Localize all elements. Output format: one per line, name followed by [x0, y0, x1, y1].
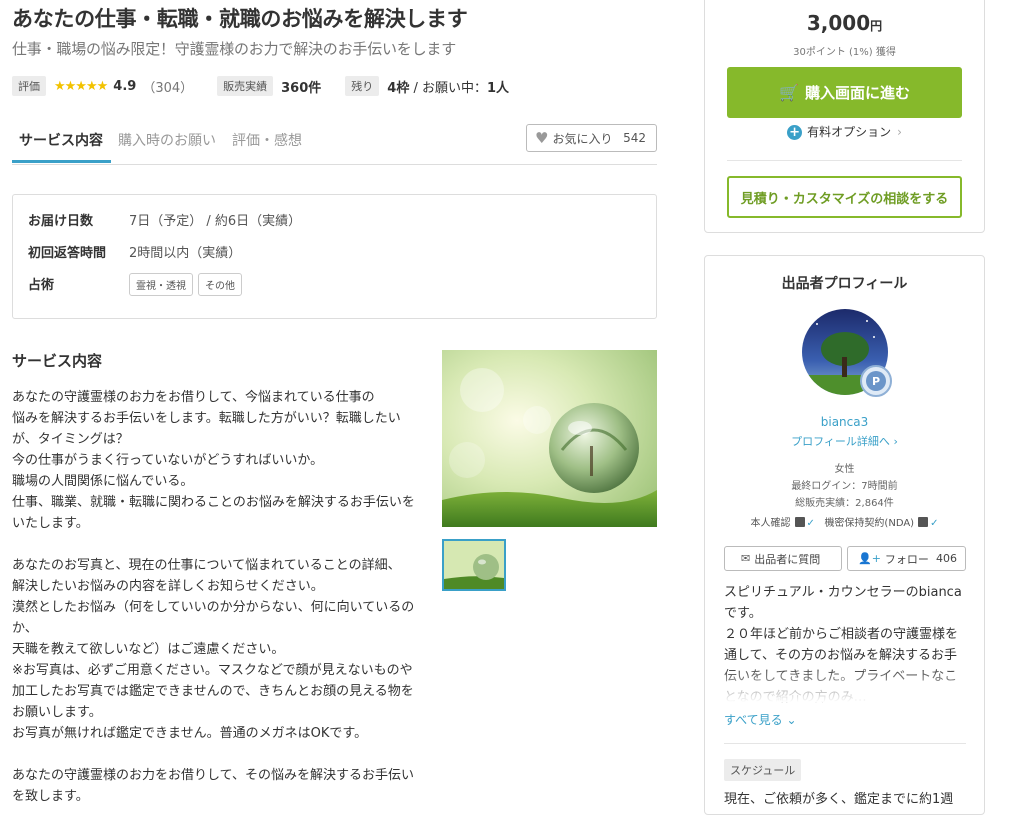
price: 3,000円: [705, 11, 984, 35]
purchase-card: 3,000円 30ポイント (1%) 獲得 🛒 購入画面に進む + 有料オプション…: [704, 0, 985, 233]
divider: [727, 160, 962, 161]
favorite-label: お気に入り: [552, 131, 613, 146]
schedule-chip: スケジュール: [724, 759, 802, 781]
seller-profile-card: 出品者プロフィール P bianca3 プロフィール詳細へ › 女性 最終ログイ: [704, 255, 985, 815]
page-title: あなたの仕事・転職・就職のお悩みを解決します: [12, 7, 468, 31]
page-subtitle: 仕事・職場の悩み限定！守護霊様のお力で解決のお手伝いをします: [12, 40, 457, 58]
seller-gender: 女性: [834, 464, 855, 475]
cart-icon: 🛒: [779, 83, 799, 102]
envelope-icon: ✉: [741, 552, 751, 565]
remaining-slots: 4枠: [387, 80, 410, 96]
sales-value: 360件: [281, 80, 322, 96]
in-progress-count: 1人: [486, 80, 510, 96]
sales-chip: 販売実績: [217, 76, 274, 96]
id-card-icon: [794, 517, 805, 527]
paid-option-link[interactable]: + 有料オプション ›: [705, 123, 984, 140]
chevron-right-icon: ›: [897, 125, 902, 139]
rating-stars: ★★★★★: [54, 78, 108, 94]
service-info-box: お届け日数 7日（予定） / 約6日（実績） 初回返答時間 2時間以内（実績） 占術…: [12, 194, 657, 319]
follow-count: 406: [936, 552, 957, 565]
check-icon: ✓: [806, 518, 815, 529]
chevron-down-icon: ⌄: [786, 713, 797, 727]
favorite-button[interactable]: ♥ お気に入り 542: [526, 124, 657, 152]
profile-details-label: プロフィール詳細へ: [791, 435, 890, 448]
buy-button[interactable]: 🛒 購入画面に進む: [727, 67, 962, 118]
seller-username[interactable]: bianca3: [705, 415, 984, 429]
category-tag[interactable]: その他: [198, 273, 242, 296]
description-body: あなたの守護霊様のお力をお借りして、今悩まれている仕事の 悩みを解決するお手伝い…: [12, 390, 415, 804]
tab-service-content[interactable]: サービス内容: [19, 130, 103, 150]
tab-purchase-notes[interactable]: 購入時のお願い: [118, 130, 216, 150]
category-label: 占術: [28, 278, 55, 293]
ask-seller-label: 出品者に質問: [754, 552, 821, 566]
rating-value: 4.9: [113, 78, 137, 94]
chevron-right-icon: ›: [893, 435, 898, 448]
follow-button[interactable]: 👤+ フォロー 406: [847, 546, 966, 571]
favorite-count: 542: [623, 131, 646, 145]
remaining-chip: 残り: [345, 76, 380, 96]
points-note: 30ポイント (1%) 獲得: [793, 47, 896, 58]
schedule-text: 現在、ご依頼が多く、鑑定までに約1週: [724, 792, 954, 807]
response-value: 2時間以内（実績）: [129, 246, 242, 261]
seller-total-sales: 総販売実績：2,864件: [795, 498, 894, 509]
rating-chip: 評価: [12, 76, 46, 96]
check-icon: ✓: [930, 518, 939, 529]
see-all-link[interactable]: すべて見る ⌄: [724, 711, 797, 728]
response-label: 初回返答時間: [28, 246, 107, 261]
identity-label: 本人確認: [750, 518, 791, 529]
lock-icon: [918, 517, 929, 527]
plus-circle-icon: +: [787, 125, 803, 140]
price-currency: 円: [870, 19, 883, 33]
heart-icon: ♥: [535, 129, 549, 147]
delivery-label: お届け日数: [28, 214, 94, 229]
seller-last-login: 最終ログイン：7時間前: [791, 481, 898, 492]
consult-button[interactable]: 見積り・カスタマイズの相談をする: [727, 176, 962, 218]
bio-fade: [724, 666, 969, 702]
service-main-image[interactable]: [442, 350, 657, 527]
remaining-value: 4枠 / お願い中：1人: [387, 77, 509, 96]
remaining-separator: / お願い中：: [409, 80, 487, 96]
svg-text:P: P: [872, 375, 880, 388]
response-row: 初回返答時間 2時間以内（実績）: [28, 242, 241, 261]
rank-badge-icon: P: [859, 364, 893, 398]
buy-button-label: 購入画面に進む: [804, 84, 910, 102]
price-amount: 3,000: [806, 11, 871, 35]
profile-heading: 出品者プロフィール: [781, 276, 908, 292]
ask-seller-button[interactable]: ✉ 出品者に質問: [724, 546, 842, 571]
service-meta-row: 評価 ★★★★★ 4.9 （304） 販売実績 360件 残り 4枠 / お願い…: [12, 76, 509, 96]
delivery-value: 7日（予定） / 約6日（実績）: [129, 214, 302, 229]
service-tabs: サービス内容 購入時のお願い 評価・感想 ♥ お気に入り 542: [12, 120, 657, 165]
verification-row: 本人確認 ✓ 機密保持契約(NDA) ✓: [705, 514, 984, 529]
nda-label: 機密保持契約(NDA): [824, 518, 915, 529]
category-tag[interactable]: 霊視・透視: [129, 273, 193, 296]
category-row: 占術 霊視・透視 その他: [28, 273, 247, 296]
rating-count[interactable]: （304）: [142, 77, 193, 96]
active-tab-indicator: [12, 160, 111, 163]
follow-label: フォロー: [884, 552, 929, 566]
profile-details-link[interactable]: プロフィール詳細へ ›: [705, 433, 984, 449]
divider: [724, 743, 966, 744]
paid-option-label: 有料オプション: [807, 125, 892, 139]
see-all-label: すべて見る: [724, 713, 783, 727]
user-plus-icon: 👤+: [858, 552, 881, 565]
description-heading: サービス内容: [12, 352, 103, 370]
tab-reviews[interactable]: 評価・感想: [232, 130, 302, 150]
service-image-thumbnail[interactable]: [442, 539, 506, 591]
delivery-row: お届け日数 7日（予定） / 約6日（実績）: [28, 210, 301, 229]
